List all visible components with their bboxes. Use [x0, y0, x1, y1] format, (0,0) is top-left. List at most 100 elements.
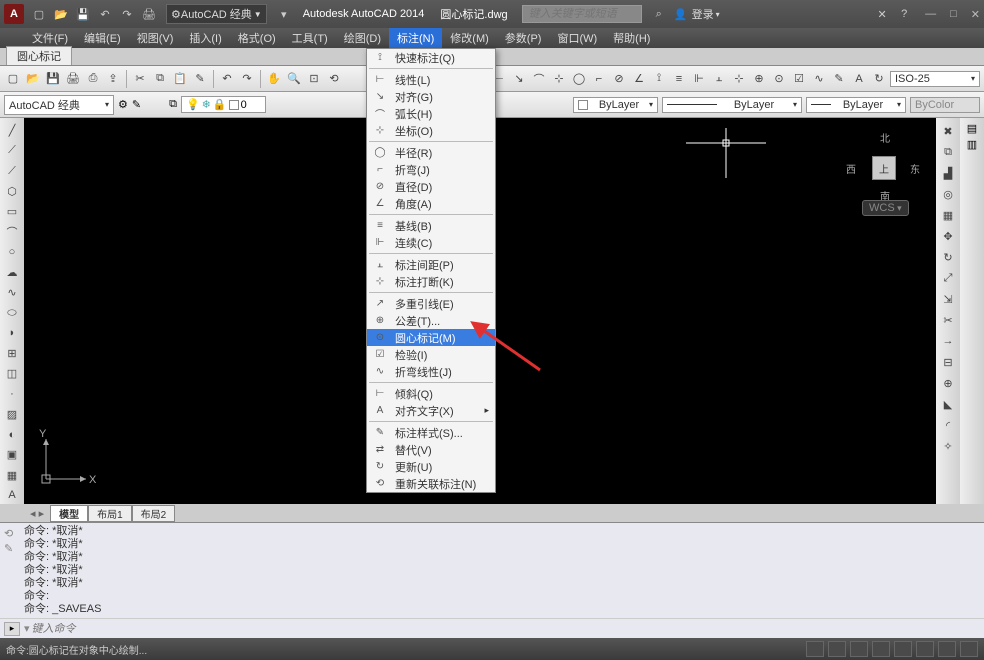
rotate-icon[interactable]: ↻	[939, 248, 957, 266]
explode-icon[interactable]: ✧	[939, 437, 957, 455]
revcloud-icon[interactable]: ☁	[3, 264, 21, 281]
redo-icon[interactable]: ↷	[118, 5, 136, 23]
mtext-icon[interactable]: A	[3, 487, 21, 504]
dim-dia-icon[interactable]: ⊘	[610, 70, 628, 88]
signin-icon[interactable]: 👤	[672, 5, 690, 23]
cmd-tool-icon[interactable]: ✎	[4, 542, 24, 555]
polar-button[interactable]	[894, 641, 912, 657]
cut-icon[interactable]: ✂	[131, 70, 149, 88]
dim-style-selector[interactable]: ISO-25▾	[890, 71, 980, 87]
menu-item[interactable]: ≡基线(B)	[367, 217, 495, 234]
menu-item-9[interactable]: 参数(P)	[497, 28, 550, 48]
erase-icon[interactable]: ✖	[939, 122, 957, 140]
undo-icon[interactable]: ↶	[96, 5, 114, 23]
pline-icon[interactable]: ⟋	[3, 163, 21, 180]
wcs-badge[interactable]: WCS ▾	[862, 200, 909, 216]
lwt-button[interactable]	[960, 641, 978, 657]
array-icon[interactable]: ▦	[939, 206, 957, 224]
dim-angle-icon[interactable]: ∠	[630, 70, 648, 88]
mirror-icon[interactable]: ▟	[939, 164, 957, 182]
layout-tab-1[interactable]: 布局1	[88, 505, 132, 522]
fillet-icon[interactable]: ◜	[939, 416, 957, 434]
menu-item[interactable]: ∠角度(A)	[367, 195, 495, 212]
new-file-icon[interactable]: ▢	[4, 70, 22, 88]
break-icon[interactable]: ⊟	[939, 353, 957, 371]
menu-item[interactable]: ⊕公差(T)...	[367, 312, 495, 329]
menu-item-2[interactable]: 视图(V)	[129, 28, 182, 48]
menu-item[interactable]: ⊢倾斜(Q)	[367, 385, 495, 402]
menu-item-3[interactable]: 插入(I)	[181, 28, 229, 48]
dim-break-icon[interactable]: ⊹	[730, 70, 748, 88]
menu-item[interactable]: A对齐文字(X)▸	[367, 402, 495, 419]
line-icon[interactable]: ╱	[3, 122, 21, 139]
trim-icon[interactable]: ✂	[939, 311, 957, 329]
dim-quick-icon[interactable]: ⟟	[650, 70, 668, 88]
panel-icon-1[interactable]: ▤	[967, 122, 977, 135]
dim-jog-icon[interactable]: ⌐	[590, 70, 608, 88]
gradient-icon[interactable]: ◐	[3, 426, 21, 443]
chamfer-icon[interactable]: ◣	[939, 395, 957, 413]
view-cube[interactable]: 北 西 东 南 上 WCS ▾	[842, 126, 922, 216]
exchange-icon[interactable]: ✕	[873, 5, 891, 23]
match-icon[interactable]: ✎	[191, 70, 209, 88]
open-icon[interactable]: 📂	[52, 5, 70, 23]
menu-item[interactable]: ⌐折弯(J)	[367, 161, 495, 178]
qat-dropdown-icon[interactable]: ▾	[275, 5, 293, 23]
hatch-icon[interactable]: ▨	[3, 406, 21, 423]
menu-item-10[interactable]: 窗口(W)	[549, 28, 605, 48]
menu-item[interactable]: ⇄替代(V)	[367, 441, 495, 458]
layer-selector[interactable]: 💡❄🔒 0	[181, 96, 266, 113]
block-icon[interactable]: ◫	[3, 365, 21, 382]
infocenter-icon[interactable]: ⌕	[650, 5, 668, 23]
save-icon[interactable]: 💾	[74, 5, 92, 23]
menu-item[interactable]: ⫠标注间距(P)	[367, 256, 495, 273]
snap-button[interactable]	[850, 641, 868, 657]
dim-tedit-icon[interactable]: A	[850, 70, 868, 88]
workspace-gear-icon[interactable]: ✎	[132, 98, 141, 111]
spline-icon[interactable]: ∿	[3, 284, 21, 301]
region-icon[interactable]: ▣	[3, 446, 21, 463]
menu-item-4[interactable]: 格式(O)	[230, 28, 284, 48]
layout-tab-0[interactable]: 模型	[50, 505, 88, 522]
table-icon[interactable]: ▦	[3, 467, 21, 484]
menu-item[interactable]: ⟟快速标注(Q)	[367, 49, 495, 66]
command-input[interactable]	[32, 623, 980, 635]
close-button[interactable]: ✕	[971, 8, 980, 21]
zoom-icon[interactable]: 🔍	[285, 70, 303, 88]
open-file-icon[interactable]: 📂	[24, 70, 42, 88]
dim-cont-icon[interactable]: ⊩	[690, 70, 708, 88]
menu-item[interactable]: ✎标注样式(S)...	[367, 424, 495, 441]
menu-item[interactable]: ☑检验(I)	[367, 346, 495, 363]
menu-item-6[interactable]: 绘图(D)	[336, 28, 389, 48]
navcube-top-face[interactable]: 上	[872, 156, 896, 180]
menu-item[interactable]: ↗多重引线(E)	[367, 295, 495, 312]
plotstyle-selector[interactable]: ByColor	[910, 97, 980, 113]
menu-item-8[interactable]: 修改(M)	[442, 28, 497, 48]
login-label[interactable]: 登录	[692, 6, 714, 22]
osnap-button[interactable]	[916, 641, 934, 657]
undo-toolbar-icon[interactable]: ↶	[218, 70, 236, 88]
minimize-button[interactable]: —	[925, 8, 936, 21]
arc-icon[interactable]: ⌒	[3, 223, 21, 240]
circle-icon[interactable]: ○	[3, 244, 21, 261]
zoom-prev-icon[interactable]: ⟲	[325, 70, 343, 88]
menu-item-7[interactable]: 标注(N)	[389, 28, 442, 48]
panel-icon-2[interactable]: ▥	[967, 138, 977, 151]
insert-icon[interactable]: ⊞	[3, 345, 21, 362]
xline-icon[interactable]: ⟋	[3, 142, 21, 159]
menu-item[interactable]: ⌒弧长(H)	[367, 105, 495, 122]
dim-upd-icon[interactable]: ↻	[870, 70, 888, 88]
grid-button[interactable]	[828, 641, 846, 657]
command-prompt-icon[interactable]: ▸	[4, 622, 20, 636]
navcube-west[interactable]: 西	[846, 161, 856, 176]
layout-tab-2[interactable]: 布局2	[132, 505, 176, 522]
menu-item-0[interactable]: 文件(F)	[24, 28, 76, 48]
help-search-input[interactable]	[522, 5, 642, 23]
maximize-button[interactable]: □	[950, 8, 957, 21]
new-icon[interactable]: ▢	[30, 5, 48, 23]
dim-joglin-icon[interactable]: ∿	[810, 70, 828, 88]
move-icon[interactable]: ✥	[939, 227, 957, 245]
join-icon[interactable]: ⊕	[939, 374, 957, 392]
dim-tol-icon[interactable]: ⊕	[750, 70, 768, 88]
menu-item[interactable]: ⟲重新关联标注(N)	[367, 475, 495, 492]
